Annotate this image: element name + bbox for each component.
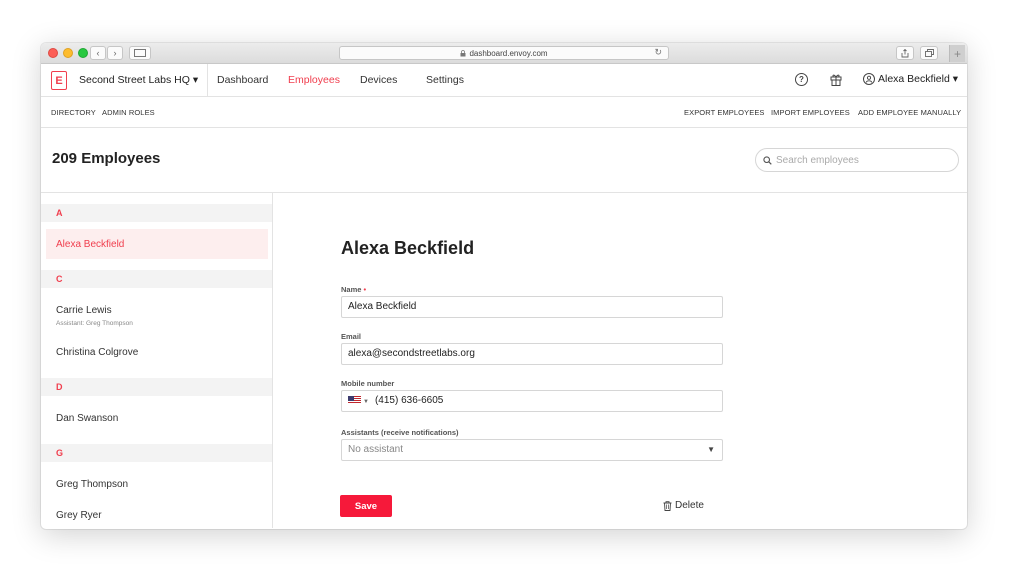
- help-icon[interactable]: ?: [795, 73, 808, 86]
- add-employee-manually-link[interactable]: ADD EMPLOYEE MANUALLY: [858, 108, 961, 117]
- assistants-value: No assistant: [348, 444, 404, 455]
- app-header: E Second Street Labs HQ ▾ Dashboard Empl…: [41, 64, 967, 97]
- gift-svg: [830, 74, 842, 86]
- import-employees-link[interactable]: IMPORT EMPLOYEES: [771, 108, 850, 117]
- main-content: A Alexa Beckfield C Carrie Lewis Assista…: [41, 193, 967, 528]
- employee-carrie-lewis-assistant: Assistant: Greg Thompson: [56, 320, 133, 327]
- employee-dan-swanson[interactable]: Dan Swanson: [56, 413, 118, 424]
- lock-icon: [460, 49, 466, 56]
- sidebar-toggle-button[interactable]: [129, 46, 151, 60]
- tab-admin-roles[interactable]: ADMIN ROLES: [102, 108, 155, 117]
- letter-header-c: C: [41, 270, 272, 288]
- close-window-button[interactable]: [48, 48, 58, 58]
- zoom-window-button[interactable]: [78, 48, 88, 58]
- page-header: 209 Employees: [41, 128, 967, 193]
- name-label-text: Name: [341, 285, 362, 294]
- window-controls: [48, 48, 88, 58]
- page-title: 209 Employees: [52, 150, 161, 167]
- mobile-value: (415) 636-6605: [374, 395, 444, 406]
- save-button[interactable]: Save: [340, 495, 392, 517]
- employee-grey-ryer[interactable]: Grey Ryer: [56, 510, 102, 521]
- new-tab-button[interactable]: +: [949, 45, 965, 62]
- nav-employees[interactable]: Employees: [288, 74, 340, 86]
- help-glyph: ?: [799, 75, 804, 84]
- email-field[interactable]: alexa@secondstreetlabs.org: [341, 343, 723, 365]
- employee-alexa-beckfield[interactable]: Alexa Beckfield: [56, 239, 124, 250]
- minimize-window-button[interactable]: [63, 48, 73, 58]
- assistants-select[interactable]: No assistant ▼: [341, 439, 723, 461]
- chevron-down-icon: ▼: [707, 445, 715, 454]
- us-flag-icon[interactable]: [348, 396, 361, 404]
- nav-devices[interactable]: Devices: [360, 74, 397, 86]
- share-icon: [901, 48, 909, 57]
- name-label: Name •: [341, 285, 366, 294]
- plus-icon: +: [953, 46, 961, 61]
- gift-icon[interactable]: [830, 73, 842, 89]
- delete-label: Delete: [675, 500, 704, 511]
- letter-header-g: G: [41, 444, 272, 462]
- required-marker: •: [363, 285, 367, 294]
- letter-header-a: A: [41, 204, 272, 222]
- mobile-label: Mobile number: [341, 379, 395, 388]
- chevron-left-icon: ‹: [96, 48, 100, 58]
- employee-name-heading: Alexa Beckfield: [341, 238, 475, 258]
- employees-subnav: DIRECTORY ADMIN ROLES EXPORT EMPLOYEES I…: [41, 97, 967, 128]
- reload-icon[interactable]: ↻: [654, 47, 662, 58]
- user-svg: [865, 75, 873, 83]
- user-name: Alexa Beckfield ▾: [878, 73, 958, 85]
- delete-button[interactable]: Delete: [663, 500, 704, 511]
- url-text: dashboard.envoy.com: [469, 48, 548, 58]
- country-caret-icon[interactable]: ▼: [363, 399, 369, 405]
- nav-dashboard[interactable]: Dashboard: [217, 74, 268, 86]
- trash-icon: [663, 500, 672, 511]
- location-switcher[interactable]: Second Street Labs HQ ▾: [79, 74, 198, 86]
- user-menu[interactable]: Alexa Beckfield ▾: [863, 73, 958, 85]
- nav-settings[interactable]: Settings: [426, 74, 464, 86]
- export-employees-link[interactable]: EXPORT EMPLOYEES: [684, 108, 765, 117]
- search-input[interactable]: [776, 154, 946, 166]
- share-button[interactable]: [896, 46, 914, 60]
- mobile-field[interactable]: ▼ (415) 636-6605: [341, 390, 723, 412]
- back-button[interactable]: ‹: [90, 46, 106, 60]
- assistants-label: Assistants (receive notifications): [341, 428, 459, 437]
- email-label: Email: [341, 332, 362, 341]
- employee-list: A Alexa Beckfield C Carrie Lewis Assista…: [41, 193, 273, 528]
- browser-window: ‹ › dashboard.envoy.com ↻ + E Second Str…: [41, 43, 967, 529]
- user-avatar-icon: [863, 73, 875, 85]
- tabs-overview-button[interactable]: [920, 46, 938, 60]
- employee-carrie-lewis[interactable]: Carrie Lewis: [56, 305, 112, 316]
- letter-header-d: D: [41, 378, 272, 396]
- browser-toolbar: ‹ › dashboard.envoy.com ↻ +: [41, 43, 967, 64]
- employee-greg-thompson[interactable]: Greg Thompson: [56, 479, 128, 490]
- envoy-logo-icon[interactable]: E: [51, 71, 67, 90]
- search-icon: [763, 155, 772, 165]
- nav-divider: [207, 64, 208, 97]
- chevron-right-icon: ›: [113, 48, 117, 58]
- employee-christina-colgrove[interactable]: Christina Colgrove: [56, 347, 138, 358]
- forward-button[interactable]: ›: [107, 46, 123, 60]
- address-bar[interactable]: dashboard.envoy.com ↻: [339, 46, 669, 60]
- tabs-icon: [924, 49, 934, 57]
- logo-letter: E: [55, 74, 63, 87]
- search-box[interactable]: [755, 148, 959, 172]
- name-field[interactable]: Alexa Beckfield: [341, 296, 723, 318]
- sidebar-icon: [134, 49, 146, 57]
- tab-directory[interactable]: DIRECTORY: [51, 108, 96, 117]
